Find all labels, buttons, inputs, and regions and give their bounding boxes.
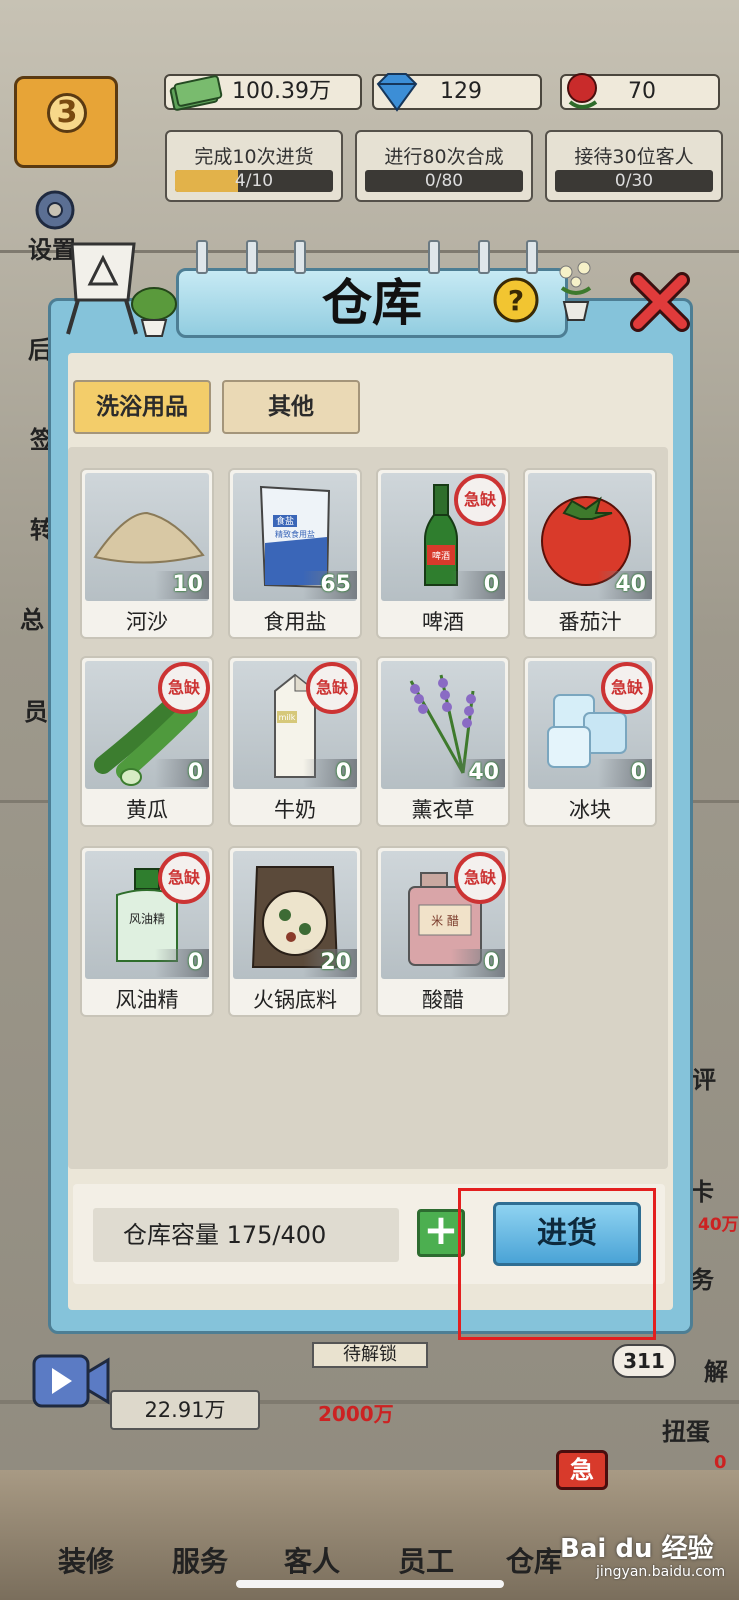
gacha-label[interactable]: 扭蛋	[662, 1412, 710, 1447]
beer-label: 啤酒	[432, 550, 450, 562]
nav-staff[interactable]: 员工	[398, 1540, 454, 1580]
item-name: 酸醋	[422, 988, 464, 1012]
highlight-box	[458, 1188, 656, 1340]
item-count: 65	[303, 571, 357, 599]
task-progress-text: 4/10	[234, 171, 274, 191]
plant-pot-icon	[131, 287, 177, 337]
item-name: 番茄汁	[558, 610, 622, 634]
item-name: 薰衣草	[411, 798, 475, 822]
capacity-display: 仓库容量 175/400	[93, 1208, 399, 1262]
item-card-milk[interactable]: milk 急缺 0 牛奶	[228, 656, 362, 827]
item-count: 0	[155, 949, 209, 977]
watermark-url: jingyan.baidu.com	[596, 1564, 726, 1580]
tab-other[interactable]: 其他	[222, 380, 360, 434]
item-card-ice[interactable]: 急缺 0 冰块	[523, 656, 657, 827]
shortage-badge: 急缺	[454, 852, 506, 904]
rose-icon	[567, 73, 598, 109]
income-display: 22.91万	[110, 1390, 260, 1430]
task-restock[interactable]: 完成10次进货 4/10	[165, 130, 343, 202]
shortage-badge: 急缺	[306, 662, 358, 714]
shortage-badge: 急缺	[454, 474, 506, 526]
video-camera-icon[interactable]	[30, 1344, 112, 1420]
item-count: 20	[303, 949, 357, 977]
shortage-badge: 急缺	[601, 662, 653, 714]
level-number: 3	[47, 93, 87, 133]
side-label-partial: 解	[704, 1358, 728, 1386]
item-name: 啤酒	[422, 610, 464, 634]
task-label: 完成10次进货	[194, 146, 314, 168]
nav-decorate[interactable]: 装修	[58, 1540, 114, 1580]
gear-icon[interactable]	[24, 186, 86, 236]
money-stack-icon	[169, 75, 223, 111]
item-count: 40	[598, 571, 652, 599]
item-name: 食用盐	[263, 610, 327, 634]
milk-label: milk	[279, 713, 296, 722]
task-progress-text: 0/80	[424, 171, 464, 191]
item-count: 40	[451, 759, 505, 787]
diamond-icon	[376, 73, 418, 112]
item-card-sand[interactable]: 10 河沙	[80, 468, 214, 639]
flower-pot-icon	[559, 261, 592, 321]
side-label-partial: 评	[692, 1066, 716, 1094]
task-label: 进行80次合成	[384, 146, 504, 168]
help-icon[interactable]: ?	[492, 276, 540, 324]
shortage-badge: 急缺	[158, 662, 210, 714]
level-badge[interactable]: 3	[14, 76, 118, 168]
item-count: 0	[451, 949, 505, 977]
task-progress-text: 0/30	[614, 171, 654, 191]
task-progress-bar: 4/10	[175, 170, 333, 192]
item-card-tomato-juice[interactable]: 40 番茄汁	[523, 468, 657, 639]
nav-service[interactable]: 服务	[172, 1540, 228, 1580]
task-merge[interactable]: 进行80次合成 0/80	[355, 130, 533, 202]
item-card-beer[interactable]: 啤酒 急缺 0 啤酒	[376, 468, 510, 639]
urgent-badge: 急	[556, 1450, 608, 1490]
nav-customers[interactable]: 客人	[284, 1540, 340, 1580]
side-label-partial: 员	[24, 698, 48, 726]
side-label-partial: 40万	[698, 1215, 739, 1235]
home-indicator	[236, 1580, 504, 1588]
item-name: 黄瓜	[126, 798, 168, 822]
item-name: 冰块	[569, 798, 611, 822]
side-label-partial: 总	[20, 606, 44, 634]
cost-label: 2000万	[318, 1402, 394, 1426]
item-count: 0	[451, 571, 505, 599]
shortage-badge: 急缺	[158, 852, 210, 904]
item-count: 10	[155, 571, 209, 599]
task-label: 接待30位客人	[574, 146, 694, 168]
side-label-partial: 卡	[690, 1178, 714, 1206]
item-card-salt[interactable]: 食盐精致食用盐 65 食用盐	[228, 468, 362, 639]
locked-label: 待解锁	[312, 1342, 428, 1368]
item-name: 风油精	[115, 988, 179, 1012]
nav-warehouse[interactable]: 仓库	[506, 1540, 562, 1580]
task-progress-bar: 0/30	[555, 170, 713, 192]
item-card-hotpot-base[interactable]: 20 火锅底料	[228, 846, 362, 1017]
svg-text:?: ?	[508, 284, 524, 317]
task-progress-bar: 0/80	[365, 170, 523, 192]
item-count: 0	[155, 759, 209, 787]
item-card-essential-oil[interactable]: 风油精 急缺 0 风油精	[80, 846, 214, 1017]
task-guests[interactable]: 接待30位客人 0/30	[545, 130, 723, 202]
salt-brand: 食盐	[276, 515, 294, 527]
side-counter: 311	[612, 1344, 676, 1378]
salt-sub: 精致食用盐	[275, 529, 315, 539]
item-card-lavender[interactable]: 40 薰衣草	[376, 656, 510, 827]
item-count: 0	[303, 759, 357, 787]
item-name: 火锅底料	[253, 988, 337, 1012]
vinegar-label: 米 醋	[431, 913, 459, 928]
watermark-logo: Bai du 经验	[560, 1534, 714, 1564]
item-name: 牛奶	[274, 798, 316, 822]
side-label-partial: 务	[690, 1266, 714, 1294]
item-card-vinegar[interactable]: 米 醋 急缺 0 酸醋	[376, 846, 510, 1017]
item-name: 河沙	[126, 610, 168, 634]
oil-label: 风油精	[129, 912, 165, 926]
item-count: 0	[598, 759, 652, 787]
item-card-cucumber[interactable]: 急缺 0 黄瓜	[80, 656, 214, 827]
close-icon[interactable]	[630, 272, 690, 332]
tab-bath-supplies[interactable]: 洗浴用品	[73, 380, 211, 434]
